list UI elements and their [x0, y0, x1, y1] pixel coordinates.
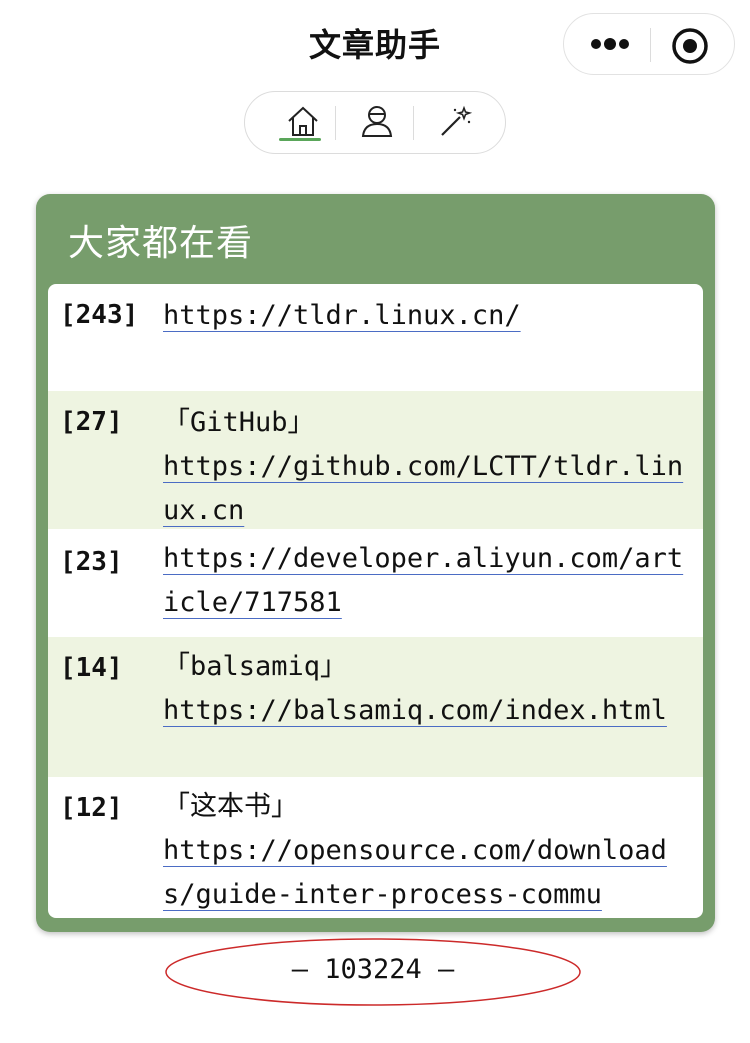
tab-bar [244, 91, 506, 154]
magic-wand-icon [441, 105, 472, 136]
article-link[interactable]: https://balsamiq.com/index.html [163, 695, 667, 726]
list-item[interactable]: [27] 「GitHub」 https://github.com/LCTT/tl… [48, 391, 703, 529]
list-item[interactable]: [14] 「balsamiq」 https://balsamiq.com/ind… [48, 637, 703, 777]
entry-text: 「balsamiq」 https://balsamiq.com/index.ht… [163, 645, 691, 733]
list-item[interactable]: [243] https://tldr.linux.cn/ [48, 284, 703, 391]
view-count: [12] [60, 793, 123, 823]
tab-magic[interactable] [423, 92, 485, 153]
view-count: [27] [60, 407, 123, 437]
tab-home[interactable] [271, 92, 333, 153]
tab-user[interactable] [345, 92, 407, 153]
article-link[interactable]: https://developer.aliyun.com/article/717… [163, 543, 683, 618]
entry-text: 「这本书」 https://opensource.com/downloads/g… [163, 785, 691, 917]
article-link[interactable]: https://tldr.linux.cn/ [163, 300, 521, 331]
home-icon [288, 106, 318, 136]
footer-counter: — 103224 — [165, 937, 581, 1007]
list-item[interactable]: [12] 「这本书」 https://opensource.com/downlo… [48, 777, 703, 918]
article-label: 「balsamiq」 [163, 651, 348, 682]
active-tab-indicator [279, 138, 321, 141]
card-title: 大家都在看 [68, 223, 254, 264]
article-link[interactable]: https://github.com/LCTT/tldr.linux.cn [163, 451, 683, 526]
popular-articles-card: 大家都在看 [243] https://tldr.linux.cn/ [27] … [36, 194, 715, 932]
article-list: [243] https://tldr.linux.cn/ [27] 「GitHu… [48, 284, 703, 918]
view-count: [23] [60, 547, 123, 577]
mini-program-capsule [563, 13, 735, 75]
view-count: [243] [60, 300, 139, 330]
user-icon [361, 106, 393, 137]
more-dots-icon[interactable] [582, 29, 638, 59]
capsule-divider [650, 28, 651, 62]
tab-divider [335, 106, 336, 140]
total-count: — 103224 — [291, 954, 455, 985]
entry-text: https://tldr.linux.cn/ [163, 294, 691, 338]
article-label: 「这本书」 [163, 791, 298, 822]
entry-text: 「GitHub」 https://github.com/LCTT/tldr.li… [163, 401, 691, 533]
entry-text: https://developer.aliyun.com/article/717… [163, 537, 691, 625]
view-count: [14] [60, 653, 123, 683]
article-link[interactable]: https://opensource.com/downloads/guide-i… [163, 835, 667, 910]
list-item[interactable]: [23] https://developer.aliyun.com/articl… [48, 529, 703, 637]
target-circle-icon[interactable] [670, 26, 710, 66]
tab-divider [413, 106, 414, 140]
article-label: 「GitHub」 [163, 407, 315, 438]
